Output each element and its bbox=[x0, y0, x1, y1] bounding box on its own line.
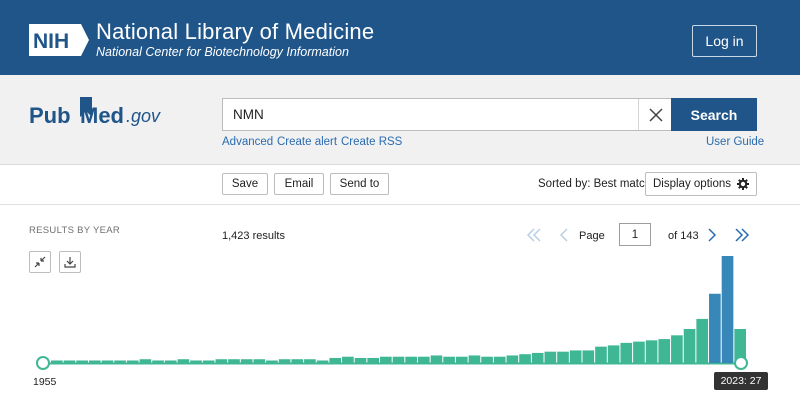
nlm-title[interactable]: National Library of Medicine bbox=[96, 19, 374, 45]
year-bar[interactable] bbox=[696, 318, 709, 363]
year-bar[interactable] bbox=[645, 340, 658, 363]
logo-gov: .gov bbox=[126, 106, 161, 126]
year-bar[interactable] bbox=[240, 359, 253, 363]
year-bar[interactable] bbox=[544, 351, 557, 363]
year-bar[interactable] bbox=[329, 357, 342, 363]
year-bar[interactable] bbox=[709, 293, 721, 363]
create-rss-link[interactable]: Create RSS bbox=[341, 136, 402, 148]
results-by-year-label: RESULTS BY YEAR bbox=[29, 225, 121, 236]
year-bar[interactable] bbox=[519, 354, 531, 363]
save-button[interactable]: Save bbox=[222, 173, 268, 195]
year-bar[interactable] bbox=[582, 350, 595, 363]
year-bar[interactable] bbox=[633, 341, 645, 363]
range-end-handle[interactable] bbox=[734, 356, 748, 370]
create-alert-link[interactable]: Create alert bbox=[277, 136, 337, 148]
year-bar[interactable] bbox=[481, 356, 493, 363]
year-bar[interactable] bbox=[152, 360, 164, 363]
advanced-link[interactable]: Advanced bbox=[222, 136, 273, 148]
year-bar[interactable] bbox=[557, 351, 569, 363]
year-bar[interactable] bbox=[607, 345, 620, 363]
year-bar[interactable] bbox=[101, 360, 114, 363]
year-bar[interactable] bbox=[531, 352, 544, 363]
year-bar[interactable] bbox=[177, 359, 190, 363]
email-button[interactable]: Email bbox=[274, 173, 324, 195]
year-bar[interactable] bbox=[506, 355, 519, 363]
results-by-year-chart[interactable] bbox=[0, 245, 800, 409]
year-bar[interactable] bbox=[51, 360, 63, 363]
next-page-icon[interactable] bbox=[703, 226, 721, 244]
year-tooltip: 2023: 27 bbox=[714, 372, 768, 390]
page-number-input[interactable]: 1 bbox=[619, 223, 651, 246]
total-pages: of 143 bbox=[668, 230, 699, 242]
year-bar[interactable] bbox=[468, 355, 481, 363]
year-bar[interactable] bbox=[443, 356, 455, 363]
search-button[interactable]: Search bbox=[671, 98, 757, 131]
year-bar[interactable] bbox=[266, 360, 278, 363]
year-bar[interactable] bbox=[253, 359, 266, 363]
clear-search-icon[interactable] bbox=[638, 99, 672, 130]
year-bar[interactable] bbox=[63, 360, 76, 363]
user-guide-link[interactable]: User Guide bbox=[706, 136, 764, 148]
year-bar[interactable] bbox=[190, 360, 202, 363]
year-bar[interactable] bbox=[278, 359, 291, 363]
year-bar[interactable] bbox=[405, 356, 417, 363]
logo-med: Med bbox=[80, 103, 124, 128]
pubmed-logo[interactable]: Pub Med .gov bbox=[29, 97, 169, 137]
sort-selector[interactable]: Sorted by: Best match bbox=[538, 178, 651, 190]
year-bar[interactable] bbox=[228, 359, 240, 363]
year-bar[interactable] bbox=[215, 359, 228, 363]
year-bar[interactable] bbox=[595, 346, 607, 363]
year-bar[interactable] bbox=[721, 256, 734, 363]
ncbi-subtitle: National Center for Biotechnology Inform… bbox=[96, 45, 349, 59]
search-band: Pub Med .gov NMN Search Advanced Create … bbox=[0, 75, 800, 165]
year-bar[interactable] bbox=[430, 355, 443, 363]
year-bar[interactable] bbox=[455, 356, 468, 363]
toolbar-divider bbox=[0, 204, 800, 205]
results-count: 1,423 results bbox=[222, 230, 285, 242]
year-bar[interactable] bbox=[620, 342, 633, 363]
year-bar[interactable] bbox=[493, 356, 506, 363]
year-bar[interactable] bbox=[126, 360, 139, 363]
login-button[interactable]: Log in bbox=[692, 25, 757, 57]
display-options-button[interactable]: Display options bbox=[645, 172, 757, 196]
year-bar[interactable] bbox=[367, 357, 380, 363]
year-bar[interactable] bbox=[316, 360, 329, 363]
year-bar[interactable] bbox=[76, 360, 88, 363]
year-bar[interactable] bbox=[354, 357, 367, 363]
year-bar[interactable] bbox=[164, 360, 177, 363]
search-input[interactable]: NMN bbox=[222, 98, 672, 131]
first-page-icon[interactable] bbox=[525, 226, 543, 244]
year-bar[interactable] bbox=[304, 359, 316, 363]
year-bar[interactable] bbox=[671, 335, 683, 363]
year-bar[interactable] bbox=[88, 360, 101, 363]
page-label: Page bbox=[579, 230, 605, 242]
previous-page-icon[interactable] bbox=[555, 226, 573, 244]
send-to-button[interactable]: Send to bbox=[330, 173, 389, 195]
logo-pub: Pub bbox=[29, 103, 71, 128]
year-bar[interactable] bbox=[380, 356, 392, 363]
svg-text:NIH: NIH bbox=[33, 30, 69, 53]
range-start-handle[interactable] bbox=[36, 356, 50, 370]
nih-header: NIH National Library of Medicine Nationa… bbox=[0, 0, 800, 75]
year-bar[interactable] bbox=[417, 356, 430, 363]
year-bar[interactable] bbox=[114, 360, 126, 363]
year-bar[interactable] bbox=[658, 339, 671, 363]
last-page-icon[interactable] bbox=[733, 226, 751, 244]
year-bar[interactable] bbox=[139, 359, 152, 363]
year-bar[interactable] bbox=[342, 356, 354, 363]
nih-logo[interactable]: NIH bbox=[29, 20, 89, 60]
start-year-label: 1955 bbox=[33, 376, 57, 388]
year-bar[interactable] bbox=[569, 350, 582, 363]
year-bar[interactable] bbox=[683, 329, 696, 363]
search-query: NMN bbox=[233, 107, 264, 122]
year-bar[interactable] bbox=[202, 360, 215, 363]
year-bar[interactable] bbox=[291, 359, 304, 363]
gear-icon bbox=[736, 178, 749, 190]
year-bar[interactable] bbox=[392, 356, 405, 363]
display-options-label: Display options bbox=[653, 178, 731, 190]
